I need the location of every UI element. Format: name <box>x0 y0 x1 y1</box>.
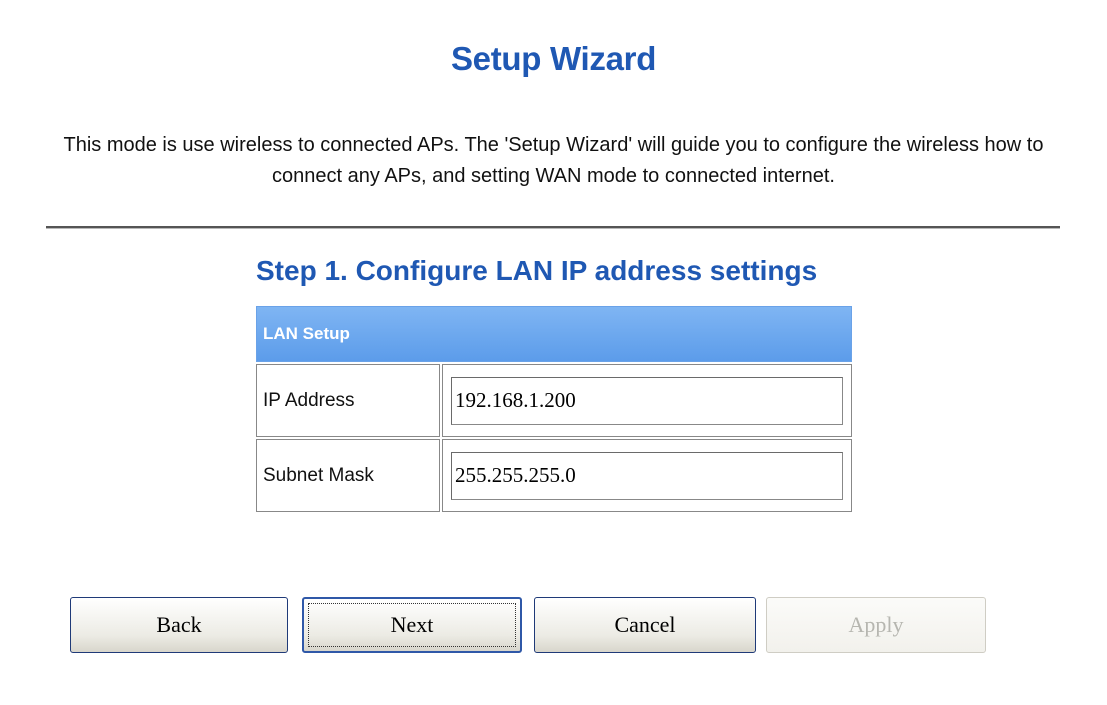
focus-ring <box>308 603 516 647</box>
wizard-description: This mode is use wireless to connected A… <box>63 134 1044 187</box>
back-button-label: Back <box>156 612 202 637</box>
subnet-mask-cell <box>442 439 852 512</box>
page-title: Setup Wizard <box>450 40 657 77</box>
cancel-button[interactable]: Cancel <box>534 597 756 653</box>
ip-address-row: IP Address <box>256 364 852 437</box>
subnet-mask-input[interactable] <box>451 451 843 500</box>
apply-button[interactable]: Apply <box>766 597 986 653</box>
back-button[interactable]: Back <box>70 597 288 653</box>
ip-address-input[interactable] <box>451 376 843 425</box>
section-divider <box>46 226 1060 229</box>
lan-setup-table: LAN Setup IP Address Subnet Mask <box>256 306 852 512</box>
subnet-mask-row: Subnet Mask <box>256 439 852 512</box>
ip-address-label: IP Address <box>256 364 440 437</box>
lan-setup-header: LAN Setup <box>256 306 852 362</box>
cancel-button-label: Cancel <box>614 612 676 637</box>
next-button[interactable]: Next <box>302 597 522 653</box>
ip-address-cell <box>442 364 852 437</box>
subnet-mask-label: Subnet Mask <box>256 439 440 512</box>
step-title: Step 1. Configure LAN IP address setting… <box>256 255 818 286</box>
apply-button-label: Apply <box>848 612 904 637</box>
